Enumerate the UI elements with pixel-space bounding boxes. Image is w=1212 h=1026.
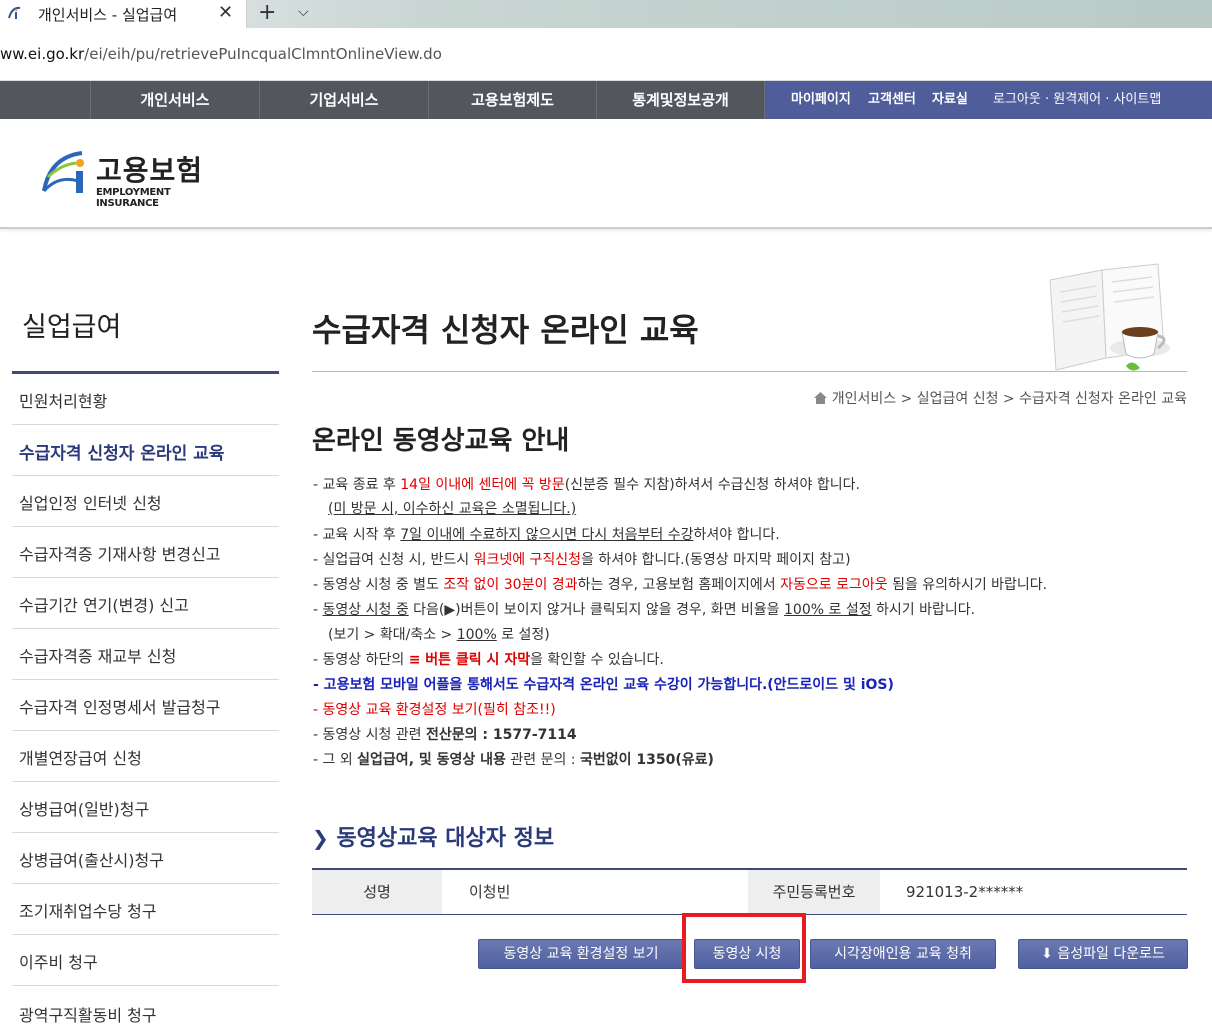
- sidebar-item-extended-benefit[interactable]: 개별연장급여 신청: [12, 731, 279, 782]
- sidebar-item-period-extension[interactable]: 수급기간 연기(변경) 신고: [12, 578, 279, 629]
- nav-mypage[interactable]: 마이페이지: [791, 81, 851, 119]
- sidebar-item-label: 수급자격 신청자 온라인 교육: [19, 444, 225, 464]
- close-tab-icon[interactable]: ✕: [218, 2, 233, 23]
- audio-download-button[interactable]: ⬇ 음성파일 다운로드: [1018, 939, 1188, 969]
- sidebar-item-label: 수급기간 연기(변경) 신고: [19, 596, 189, 615]
- breadcrumb-path[interactable]: 개인서비스 > 실업급여 신청 > 수급자격 신청자 온라인 교육: [832, 391, 1187, 407]
- global-nav: 개인서비스 기업서비스 고용보험제도 통계및정보공개 마이페이지 고객센터 자료…: [0, 81, 1212, 119]
- notice-it-inquiry: - 동영상 시청 관련 전산문의 : 1577-7114: [313, 727, 577, 743]
- sidebar-item-label: 상병급여(일반)청구: [19, 800, 150, 819]
- tab-title: 개인서비스 - 실업급여: [38, 6, 178, 24]
- ei-favicon-icon: [6, 5, 22, 21]
- sidebar-item-certificate[interactable]: 수급자격 인정명세서 발급청구: [12, 680, 279, 731]
- sidebar-item-change-report[interactable]: 수급자격증 기재사항 변경신고: [12, 527, 279, 578]
- nav-archive[interactable]: 자료실: [932, 81, 968, 119]
- target-info-title: ❯ 동영상교육 대상자 정보: [312, 826, 555, 851]
- new-tab-icon[interactable]: +: [258, 0, 276, 25]
- chevron-right-icon: ❯: [312, 826, 329, 850]
- sidebar-item-label: 민원처리현황: [19, 392, 108, 411]
- nav-statistics[interactable]: 통계및정보공개: [597, 81, 765, 119]
- browser-tab[interactable]: 개인서비스 - 실업급여 ✕: [0, 0, 247, 28]
- download-icon: ⬇: [1041, 946, 1053, 962]
- highlight-box: [682, 913, 806, 983]
- sidebar-item-label: 수급자격 인정명세서 발급청구: [19, 698, 221, 717]
- site-header: 고용보험 EMPLOYMENT INSURANCE: [0, 119, 1212, 229]
- url-text[interactable]: ww.ei.go.kr/ei/eih/pu/retrievePuIncqualC…: [0, 45, 442, 63]
- ei-logo[interactable]: 고용보험 EMPLOYMENT INSURANCE: [38, 147, 208, 209]
- nav-insurance-system[interactable]: 고용보험제도: [429, 81, 597, 119]
- page-title: 수급자격 신청자 온라인 교육: [312, 311, 699, 349]
- logo-korean-text: 고용보험: [96, 154, 204, 187]
- name-label: 성명: [312, 870, 442, 914]
- notice-worknet: - 실업급여 신청 시, 반드시 워크넷에 구직신청을 하셔야 합니다.(동영상…: [313, 552, 851, 568]
- sidebar-item-label: 상병급여(출산시)청구: [19, 851, 164, 870]
- section-title: 온라인 동영상교육 안내: [312, 426, 570, 456]
- sidebar-item-label: 조기재취업수당 청구: [19, 902, 157, 921]
- sidebar-item-online-education[interactable]: 수급자격 신청자 온라인 교육: [12, 425, 279, 476]
- sidebar-item-label: 개별연장급여 신청: [19, 749, 142, 768]
- nav-utility-area: 마이페이지 고객센터 자료실 로그아웃 · 원격제어 · 사이트맵: [765, 81, 1212, 119]
- sidebar-item-status[interactable]: 민원처리현황: [12, 374, 279, 425]
- url-path: /ei/eih/pu/retrievePuIncqualClmntOnlineV…: [84, 45, 442, 63]
- breadcrumb: 개인서비스 > 실업급여 신청 > 수급자격 신청자 온라인 교육: [814, 388, 1187, 408]
- notice-other-inquiry: - 그 외 실업급여, 및 동영상 내용 관련 문의 : 국번없이 1350(유…: [313, 752, 714, 768]
- sidebar-item-relocation[interactable]: 이주비 청구: [12, 935, 279, 986]
- notice-subtitle: - 동영상 하단의 ≡ 버튼 클릭 시 자막을 확인할 수 있습니다.: [313, 652, 664, 668]
- blind-education-button[interactable]: 시각장애인용 교육 청취: [810, 939, 996, 969]
- sidebar-item-sickness-general[interactable]: 상병급여(일반)청구: [12, 782, 279, 833]
- logo-english-text: EMPLOYMENT INSURANCE: [96, 187, 171, 209]
- sidebar-item-label: 이주비 청구: [19, 953, 98, 972]
- id-label: 주민등록번호: [748, 870, 880, 914]
- sidebar-item-unemployment-recognition[interactable]: 실업인정 인터넷 신청: [12, 476, 279, 527]
- nav-util-links[interactable]: 로그아웃 · 원격제어 · 사이트맵: [993, 81, 1161, 119]
- tab-list-chevron-icon[interactable]: ⌵: [298, 4, 309, 20]
- notice-auto-logout: - 동영상 시청 중 별도 조작 없이 30분이 경과하는 경우, 고용보험 홈…: [313, 577, 1048, 593]
- ei-logo-icon: [42, 151, 84, 193]
- id-value: 921013-2******: [906, 883, 1024, 901]
- sidebar-item-label: 수급자격증 기재사항 변경신고: [19, 545, 221, 564]
- notice-zoom: - 동영상 시청 중 다음(▶)버튼이 보이지 않거나 클릭되지 않을 경우, …: [313, 602, 976, 618]
- sidebar-item-sickness-childbirth[interactable]: 상병급여(출산시)청구: [12, 833, 279, 884]
- browser-tab-strip: 개인서비스 - 실업급여 ✕ + ⌵: [0, 0, 1212, 28]
- notice-deadline: - 교육 시작 후 7일 이내에 수료하지 않으시면 다시 처음부터 수강하셔야…: [313, 527, 780, 543]
- sidebar-item-job-search-expense[interactable]: 광역구직활동비 청구: [19, 1002, 157, 1026]
- sidebar-item-label: 실업인정 인터넷 신청: [19, 494, 162, 513]
- env-settings-button[interactable]: 동영상 교육 환경설정 보기: [478, 939, 684, 969]
- address-bar[interactable]: ww.ei.go.kr/ei/eih/pu/retrievePuIncqualC…: [0, 28, 1212, 81]
- notice-visit: - 교육 종료 후 14일 이내에 센터에 꼭 방문(신분증 필수 지참)하셔서…: [313, 477, 860, 493]
- nav-spacer: [0, 81, 91, 119]
- notice-mobile-app[interactable]: - 고용보험 모바일 어플을 통해서도 수급자격 온라인 교육 수강이 가능합니…: [313, 675, 894, 695]
- nav-personal-service[interactable]: 개인서비스: [91, 81, 260, 119]
- notice-env-settings-link[interactable]: - 동영상 교육 환경설정 보기(필히 참조!!): [313, 700, 556, 720]
- url-host: ww.ei.go.kr: [0, 45, 85, 63]
- home-icon[interactable]: [814, 392, 828, 404]
- sidebar-item-label: 수급자격증 재교부 신청: [19, 647, 177, 666]
- sidebar-item-reissue[interactable]: 수급자격증 재교부 신청: [12, 629, 279, 680]
- sidebar-title: 실업급여: [22, 312, 122, 343]
- title-divider: [312, 371, 1187, 372]
- target-info-table: 성명 이청빈 주민등록번호 921013-2******: [312, 868, 1187, 915]
- notice-zoom-sub: (보기 > 확대/축소 > 100% 로 설정): [328, 627, 550, 643]
- book-coffee-illustration: [1049, 263, 1170, 371]
- name-value: 이청빈: [469, 883, 511, 901]
- nav-business-service[interactable]: 기업서비스: [260, 81, 429, 119]
- sidebar-item-early-reemployment[interactable]: 조기재취업수당 청구: [12, 884, 279, 935]
- notice-visit-sub: (미 방문 시, 이수하신 교육은 소멸됩니다.): [328, 501, 577, 517]
- nav-customer-center[interactable]: 고객센터: [868, 81, 916, 119]
